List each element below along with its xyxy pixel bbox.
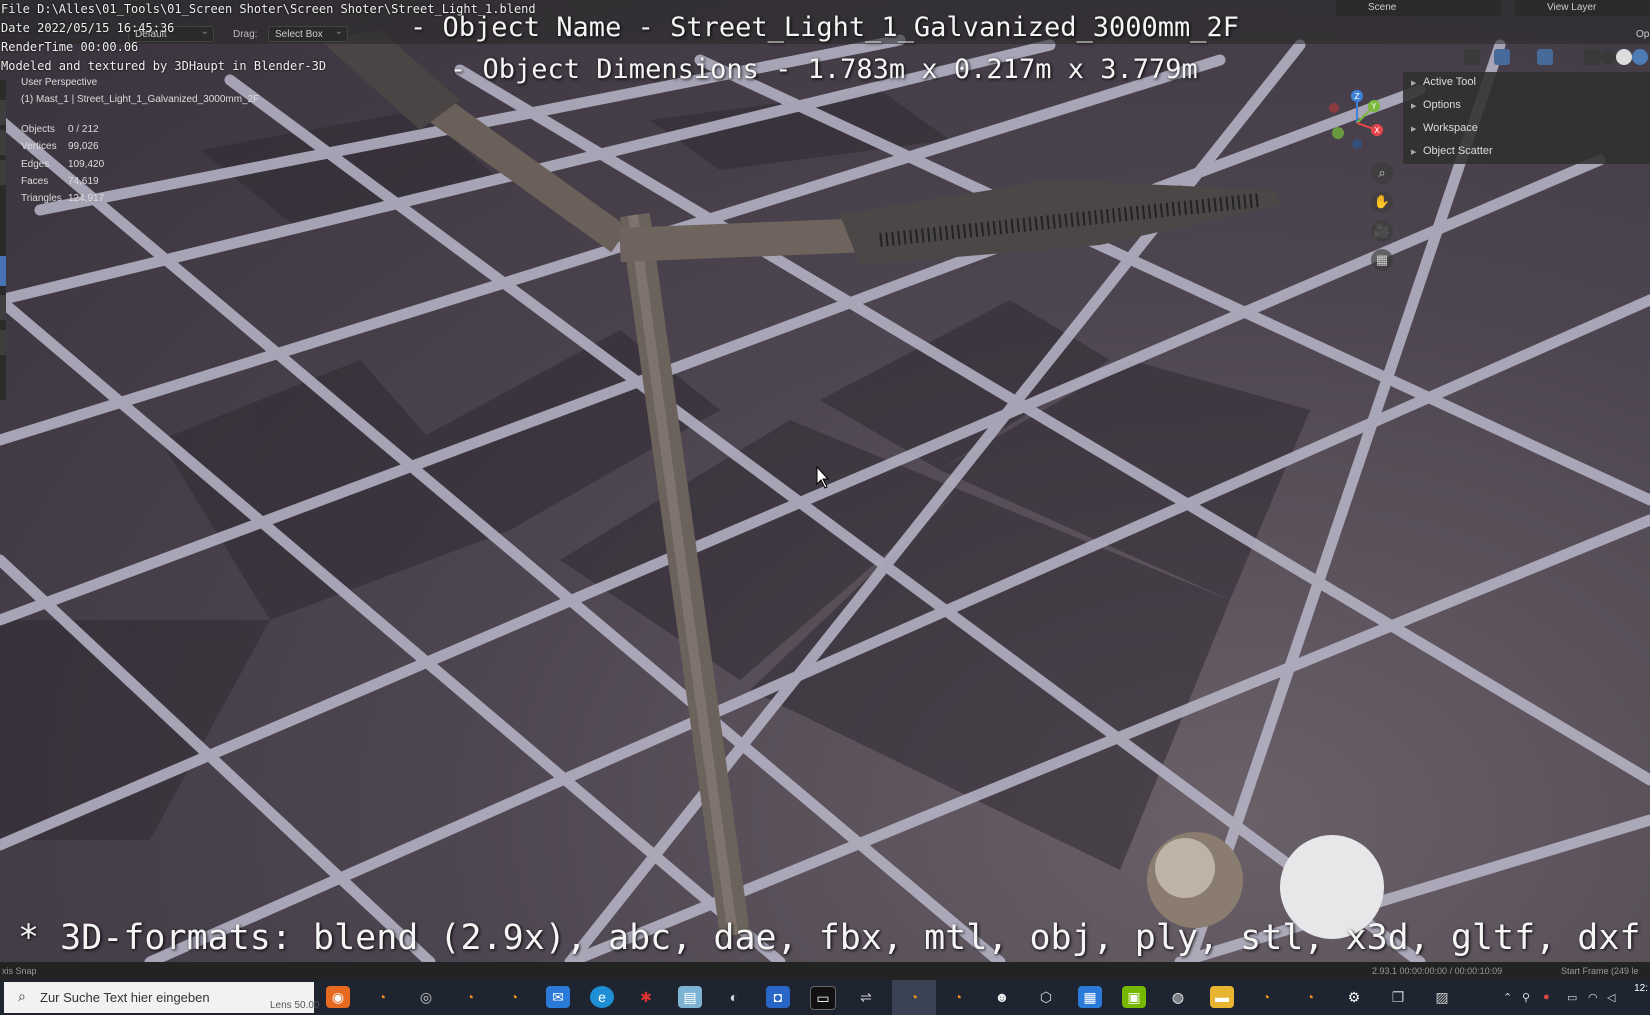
toolbar-button[interactable] [0, 160, 6, 185]
mail-icon[interactable]: ✉ [546, 986, 570, 1008]
rendered-shading-icon[interactable] [1632, 49, 1648, 65]
stat-edges: Edges 109,420 [21, 158, 105, 170]
scene-selector[interactable]: Scene [1336, 0, 1501, 16]
search-placeholder: Zur Suche Text hier eingeben [40, 990, 210, 1005]
app-icon[interactable]: ❐ [1386, 986, 1410, 1008]
drag-label: Drag: [233, 29, 258, 40]
blender-icon[interactable]: ◔ [902, 986, 926, 1008]
camera-view-icon[interactable]: 🎥 [1371, 220, 1393, 242]
status-version-time: 2.93.1 00:00:00:00 / 00:00:10:09 [1372, 966, 1503, 976]
wifi-icon[interactable]: ◠ [1588, 991, 1598, 1004]
blender-icon[interactable]: ◔ [370, 986, 394, 1008]
notepad-icon[interactable]: ▤ [678, 986, 702, 1008]
render-time: RenderTime 00:00.06 [1, 40, 139, 54]
expand-triangle-icon: ▶ [1411, 149, 1417, 156]
render-date: Date 2022/05/15 16:45:36 [1, 21, 175, 35]
tray-app-icon[interactable]: ● [1543, 991, 1550, 1003]
wireframe-shading-icon[interactable] [1600, 49, 1616, 65]
expand-triangle-icon: ▶ [1411, 80, 1417, 87]
expand-triangle-icon: ▶ [1411, 103, 1417, 110]
xray-icon[interactable] [1584, 49, 1600, 65]
active-collection-label: (1) Mast_1 | Street_Light_1_Galvanized_3… [21, 94, 260, 105]
left-toolbar [0, 80, 6, 400]
panel-workspace[interactable]: ▶ Workspace [1411, 122, 1478, 134]
sidebar-tool-panel: ▶ Active Tool ▶ Options ▶ Workspace ▶ Object… [1403, 72, 1650, 164]
status-start-frame: Start Frame (249 le [1561, 966, 1639, 976]
navigation-gizmo[interactable]: Z Y X [1322, 86, 1392, 156]
app-icon[interactable]: ◘ [766, 986, 790, 1008]
network-icon[interactable]: ⚲ [1522, 991, 1530, 1004]
formats-caption: * 3D-formats: blend (2.9x), abc, dae, fb… [18, 918, 1641, 958]
app-icon[interactable]: ◍ [1166, 986, 1190, 1008]
stat-faces: Faces 74,619 [21, 175, 99, 187]
blender-icon[interactable]: ◔ [502, 986, 526, 1008]
clock[interactable]: 12: [1634, 983, 1648, 994]
drag-select[interactable]: Select Box [268, 24, 348, 42]
3d-viewport[interactable]: Default Drag: Select Box Scene View Laye… [0, 0, 1650, 962]
status-bar: xis Snap 2.93.1 00:00:00:00 / 00:00:10:0… [0, 962, 1650, 980]
toolbar-button-active[interactable] [0, 256, 6, 286]
overlay-toggle-icon[interactable] [1537, 49, 1553, 65]
view-layer-label: View Layer [1547, 2, 1597, 13]
gizmo-x-label: X [1374, 126, 1380, 135]
lens-readout: Lens 50.00 [270, 1000, 320, 1011]
app-icon[interactable]: ◐ [722, 986, 746, 1008]
toolbar-button[interactable] [0, 100, 6, 125]
view-layer-selector[interactable]: View Layer [1515, 0, 1650, 16]
stat-vertices: Vertices 99,026 [21, 141, 99, 153]
gizmo-z-label: Z [1354, 92, 1360, 101]
volume-icon[interactable]: ◁ [1607, 991, 1615, 1004]
app-icon[interactable]: ▨ [1430, 986, 1454, 1008]
perspective-label: User Perspective [21, 77, 98, 88]
perspective-grid-icon[interactable]: ▦ [1371, 249, 1393, 271]
panel-options[interactable]: ▶ Options [1411, 99, 1461, 111]
expand-triangle-icon: ▶ [1411, 126, 1417, 133]
taskbar-search-box[interactable]: ⌕ Zur Suche Text hier eingeben [4, 982, 314, 1013]
scene-statistics: Objects 0 / 212 Vertices 99,026 Edges 10… [21, 124, 104, 210]
toolbar-button[interactable] [0, 330, 6, 355]
panel-object-scatter[interactable]: ▶ Object Scatter [1411, 145, 1493, 157]
blender-icon[interactable]: ◔ [458, 986, 482, 1008]
toolbar-button[interactable] [0, 295, 6, 320]
app-icon[interactable]: ☻ [990, 986, 1014, 1008]
search-icon: ⌕ [18, 988, 26, 1004]
chevron-up-icon[interactable]: ⌃ [1503, 991, 1512, 1004]
app-icon[interactable]: ⇌ [854, 986, 878, 1008]
app-icon[interactable]: ✱ [634, 986, 658, 1008]
render-credit: Modeled and textured by 3DHaupt in Blend… [1, 59, 327, 73]
zoom-icon[interactable]: ⌕ [1371, 162, 1393, 184]
visibility-icon[interactable] [1464, 49, 1480, 65]
panel-active-tool[interactable]: ▶ Active Tool [1411, 76, 1476, 88]
blender-icon[interactable]: ◔ [1298, 986, 1322, 1008]
options-button[interactable]: Op [1636, 29, 1649, 40]
nvidia-icon[interactable]: ▣ [1122, 986, 1146, 1008]
blender-icon[interactable]: ◔ [946, 986, 970, 1008]
settings-icon[interactable]: ⚙ [1342, 986, 1366, 1008]
box-icon[interactable]: ⬡ [1034, 986, 1058, 1008]
edge-icon[interactable]: e [590, 986, 614, 1008]
stat-objects: Objects 0 / 212 [21, 124, 99, 135]
status-snap-hint: xis Snap [2, 966, 37, 976]
object-dimensions-title: - Object Dimensions - 1.783m x 0.217m x … [450, 54, 1198, 85]
windows-taskbar: ⌕ Zur Suche Text hier eingeben Lens 50.0… [0, 980, 1650, 1015]
gizmo-y-label: Y [1371, 102, 1377, 111]
folder-icon[interactable]: ▬ [1210, 986, 1234, 1008]
terminal-icon[interactable]: ▭ [810, 986, 836, 1010]
calendar-icon[interactable]: ▦ [1078, 986, 1102, 1008]
solid-shading-icon[interactable] [1616, 49, 1632, 65]
battery-icon[interactable]: ▭ [1567, 991, 1577, 1004]
scene-label: Scene [1368, 2, 1397, 13]
stat-triangles: Triangles 124,917 [21, 193, 105, 205]
gizmo-toggle-icon[interactable] [1494, 49, 1510, 65]
obs-icon[interactable]: ◎ [414, 986, 438, 1008]
pan-hand-icon[interactable]: ✋ [1371, 191, 1393, 213]
firefox-icon[interactable]: ◉ [326, 986, 350, 1008]
blender-icon[interactable]: ◔ [1254, 986, 1278, 1008]
toolbar-button[interactable] [0, 130, 6, 155]
object-name-title: - Object Name - Street_Light_1_Galvanize… [410, 12, 1240, 43]
